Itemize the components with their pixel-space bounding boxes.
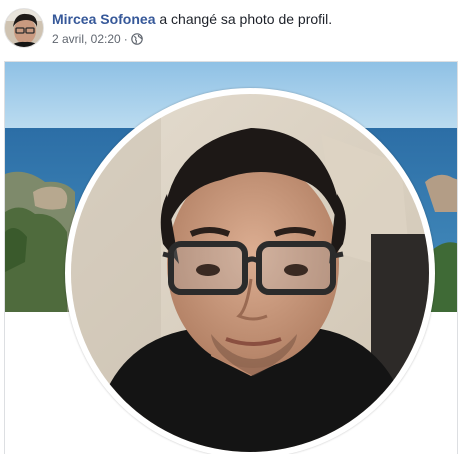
post-meta: 2 avril, 02:20 · [52, 31, 332, 47]
post-timestamp[interactable]: 2 avril, 02:20 [52, 31, 121, 47]
profile-photo[interactable] [71, 94, 429, 452]
author-name-link[interactable]: Mircea Sofonea [52, 11, 155, 27]
author-avatar[interactable] [4, 8, 44, 48]
post-header: Mircea Sofonea a changé sa photo de prof… [4, 6, 456, 50]
header-text: Mircea Sofonea a changé sa photo de prof… [52, 10, 332, 47]
profile-photo-card[interactable] [4, 61, 458, 454]
globe-icon[interactable] [130, 33, 143, 45]
post-title: Mircea Sofonea a changé sa photo de prof… [52, 10, 332, 28]
meta-separator: · [123, 32, 128, 46]
post-action-text: a changé sa photo de profil. [155, 11, 333, 27]
